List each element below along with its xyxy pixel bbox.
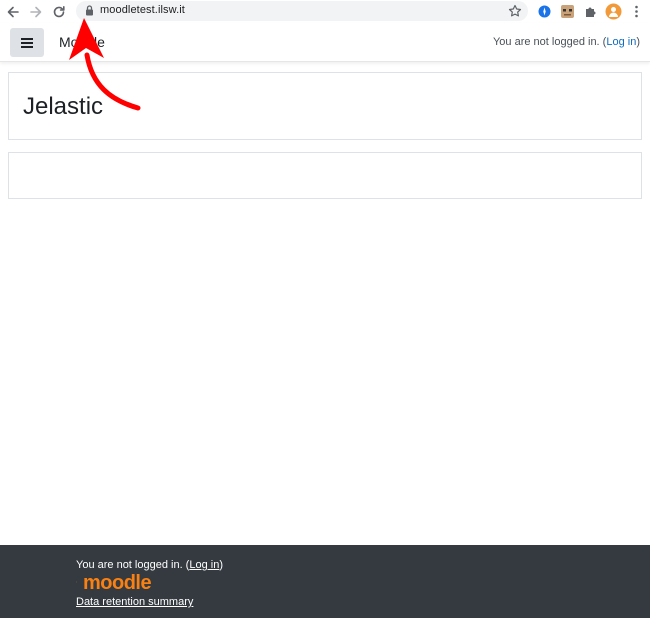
arrow-left-icon xyxy=(7,6,19,17)
navbar-login-info: You are not logged in. (Log in) xyxy=(493,36,640,48)
extension-face-icon xyxy=(561,5,574,18)
footer-login-link[interactable]: Log in xyxy=(189,559,219,571)
browser-toolbar: moodletest.ilsw.it xyxy=(0,0,650,23)
page-root: moodletest.ilsw.it Moodle You are not lo… xyxy=(0,0,650,618)
site-name-link[interactable]: Moodle xyxy=(59,34,105,50)
profile-avatar[interactable] xyxy=(605,3,622,20)
navbar-login-link[interactable]: Log in xyxy=(606,36,636,48)
extension-button[interactable] xyxy=(536,3,553,20)
lock-icon xyxy=(86,5,93,16)
puzzle-icon xyxy=(586,7,596,17)
extensions-button[interactable] xyxy=(582,3,599,20)
address-bar[interactable]: moodletest.ilsw.it xyxy=(76,1,528,21)
page-title: Jelastic xyxy=(23,93,104,120)
main-content-region xyxy=(8,152,642,199)
data-retention-link[interactable]: Data retention summary xyxy=(76,596,193,608)
drawer-toggle-button[interactable] xyxy=(10,28,44,57)
avatar-icon xyxy=(605,3,622,20)
footer-login-prefix: You are not logged in. ( xyxy=(76,559,190,571)
browser-menu-button[interactable] xyxy=(628,3,645,20)
reload-icon xyxy=(53,5,65,17)
back-button[interactable] xyxy=(4,3,21,20)
kebab-menu-icon xyxy=(635,5,638,18)
extension-compass-icon xyxy=(538,5,551,18)
arrow-right-icon xyxy=(29,6,41,17)
footer-login-info: You are not logged in. (Log in) xyxy=(76,559,223,571)
page-footer: You are not logged in. (Log in) moodle D… xyxy=(0,545,650,618)
moodle-logo-link[interactable]: moodle xyxy=(83,572,152,595)
navbar: Moodle You are not logged in. (Log in) xyxy=(0,23,650,62)
footer-login-suffix: ) xyxy=(219,559,224,571)
hamburger-icon xyxy=(21,37,33,48)
navbar-login-prefix: You are not logged in. ( xyxy=(492,36,607,48)
url-text: moodletest.ilsw.it xyxy=(100,4,185,16)
extension-button[interactable] xyxy=(559,3,576,20)
page-header: Jelastic xyxy=(8,72,642,140)
forward-button[interactable] xyxy=(27,3,44,20)
star-icon[interactable] xyxy=(508,4,522,18)
navbar-login-suffix: ) xyxy=(636,36,640,48)
reload-button[interactable] xyxy=(50,3,67,20)
